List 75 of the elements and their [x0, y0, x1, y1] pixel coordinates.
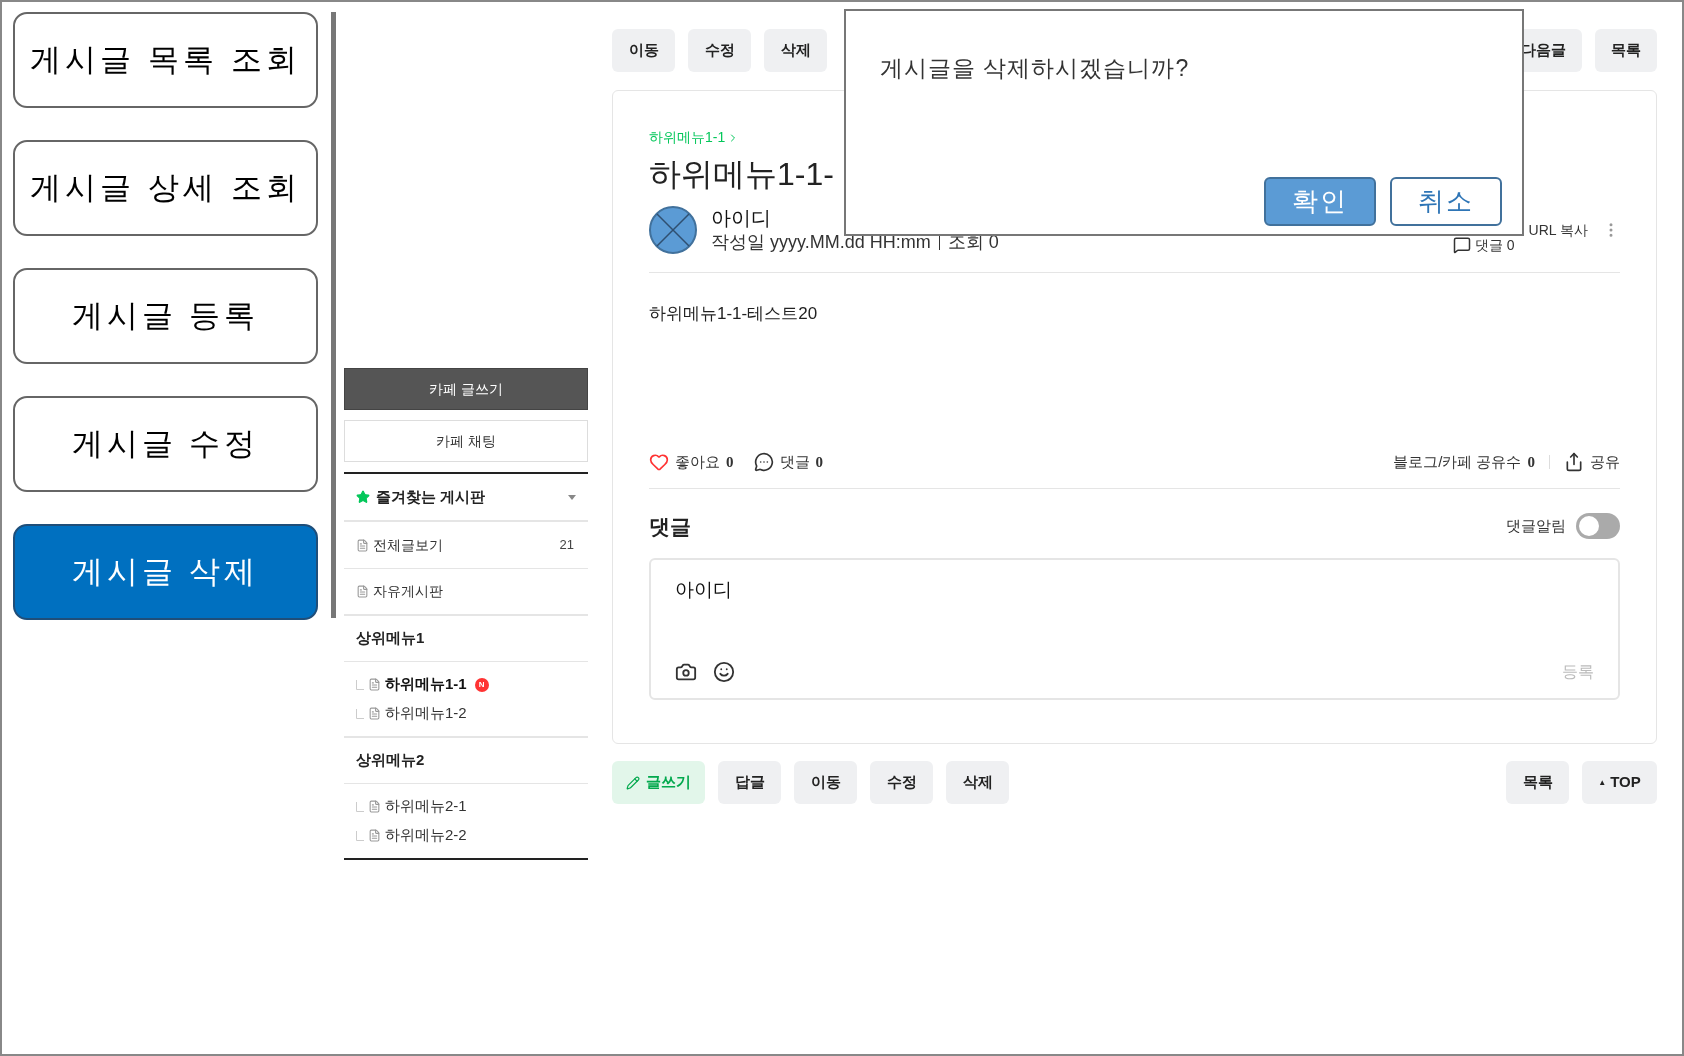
- comment-count: 0: [815, 453, 823, 472]
- board-item[interactable]: 하위메뉴2-2: [344, 821, 588, 850]
- document-icon: [368, 678, 381, 691]
- board-count: 21: [559, 536, 574, 555]
- document-icon: [356, 585, 369, 598]
- board-label: 하위메뉴1-2: [385, 703, 467, 724]
- pencil-icon: [626, 775, 640, 790]
- board-label: 하위메뉴2-1: [385, 796, 467, 817]
- post-body: 하위메뉴1-1-테스트20: [649, 303, 819, 325]
- share-count: 0: [1527, 453, 1535, 472]
- document-icon: [356, 538, 369, 552]
- smile-icon[interactable]: [713, 661, 735, 683]
- board-item[interactable]: 하위메뉴1-2: [344, 699, 588, 728]
- group-title: 상위메뉴1: [356, 628, 425, 649]
- document-icon: [368, 707, 381, 720]
- group-title: 상위메뉴2: [356, 750, 425, 771]
- camera-icon[interactable]: [675, 661, 697, 683]
- board-label: 하위메뉴1-1: [385, 674, 467, 695]
- tree-line-icon: [356, 708, 364, 719]
- dialog-message: 게시글을 삭제하시겠습니까?: [880, 54, 1191, 83]
- comment-icon[interactable]: [753, 452, 774, 473]
- menu-button[interactable]: 게시글 목록 조회: [13, 12, 318, 108]
- menu-button[interactable]: 게시글 등록: [13, 268, 318, 364]
- board-item[interactable]: 하위메뉴2-1: [344, 792, 588, 821]
- menu-button[interactable]: 게시글 상세 조회: [13, 140, 318, 236]
- action-button[interactable]: 이동: [794, 761, 857, 804]
- notify-toggle[interactable]: [1576, 513, 1620, 540]
- author-name: 아이디: [711, 206, 772, 230]
- board-item[interactable]: 하위메뉴1-1 N: [344, 670, 588, 699]
- comment-label: 댓글: [779, 452, 810, 472]
- post-date: 작성일 yyyy.MM.dd HH:mm: [711, 231, 931, 254]
- document-icon: [368, 800, 381, 813]
- new-badge: N: [474, 677, 489, 692]
- favorites-header[interactable]: 즐겨찾는 게시판: [344, 474, 588, 522]
- action-button[interactable]: 삭제: [764, 29, 827, 72]
- tree-line-icon: [356, 679, 364, 690]
- url-copy-link[interactable]: URL 복사: [1528, 219, 1588, 241]
- cancel-button[interactable]: 취소: [1390, 177, 1502, 226]
- comment-author: 아이디: [675, 578, 733, 602]
- favorites-label: 즐겨찾는 게시판: [376, 486, 486, 507]
- board-label: 자유게시판: [373, 582, 443, 601]
- star-icon: [356, 490, 370, 504]
- tree-line-icon: [356, 830, 364, 841]
- document-icon: [368, 829, 381, 842]
- share-count-label: 블로그/카페 공유수: [1393, 452, 1522, 472]
- menu-button[interactable]: 게시글 수정: [13, 396, 318, 492]
- action-button[interactable]: 수정: [688, 29, 751, 72]
- board-label: 전체글보기: [373, 535, 443, 555]
- board-label: 하위메뉴2-2: [385, 825, 467, 846]
- dropdown-icon: [568, 494, 576, 500]
- tree-line-icon: [356, 801, 364, 812]
- board-item[interactable]: 자유게시판: [344, 569, 588, 616]
- like-count: 0: [726, 453, 734, 472]
- action-button[interactable]: 이동: [612, 29, 675, 72]
- share-link[interactable]: 공유: [1590, 451, 1620, 474]
- action-button[interactable]: 목록: [1506, 761, 1569, 804]
- comments-heading: 댓글: [649, 513, 691, 540]
- action-button[interactable]: 답글: [718, 761, 781, 804]
- action-button[interactable]: 수정: [870, 761, 933, 804]
- comment-box[interactable]: 아이디 등록: [649, 558, 1620, 700]
- comment-count: 댓글 0: [1474, 236, 1515, 254]
- chat-button[interactable]: 카페 채팅: [344, 420, 588, 462]
- post-title: 하위메뉴1-1-: [649, 155, 835, 194]
- like-label: 좋아요: [675, 452, 720, 472]
- action-button[interactable]: 목록: [1595, 29, 1657, 72]
- menu-button[interactable]: 게시글 삭제: [13, 524, 318, 620]
- notify-label: 댓글알림: [1506, 516, 1566, 536]
- heart-icon[interactable]: [649, 452, 669, 473]
- comment-icon: [1452, 236, 1471, 254]
- avatar-icon: [649, 206, 697, 254]
- write-button[interactable]: 카페 글쓰기: [344, 368, 588, 410]
- top-button[interactable]: ▲ TOP: [1582, 761, 1657, 804]
- action-button[interactable]: 삭제: [946, 761, 1009, 804]
- board-item[interactable]: 전체글보기 21: [344, 522, 588, 569]
- share-icon[interactable]: [1564, 452, 1584, 473]
